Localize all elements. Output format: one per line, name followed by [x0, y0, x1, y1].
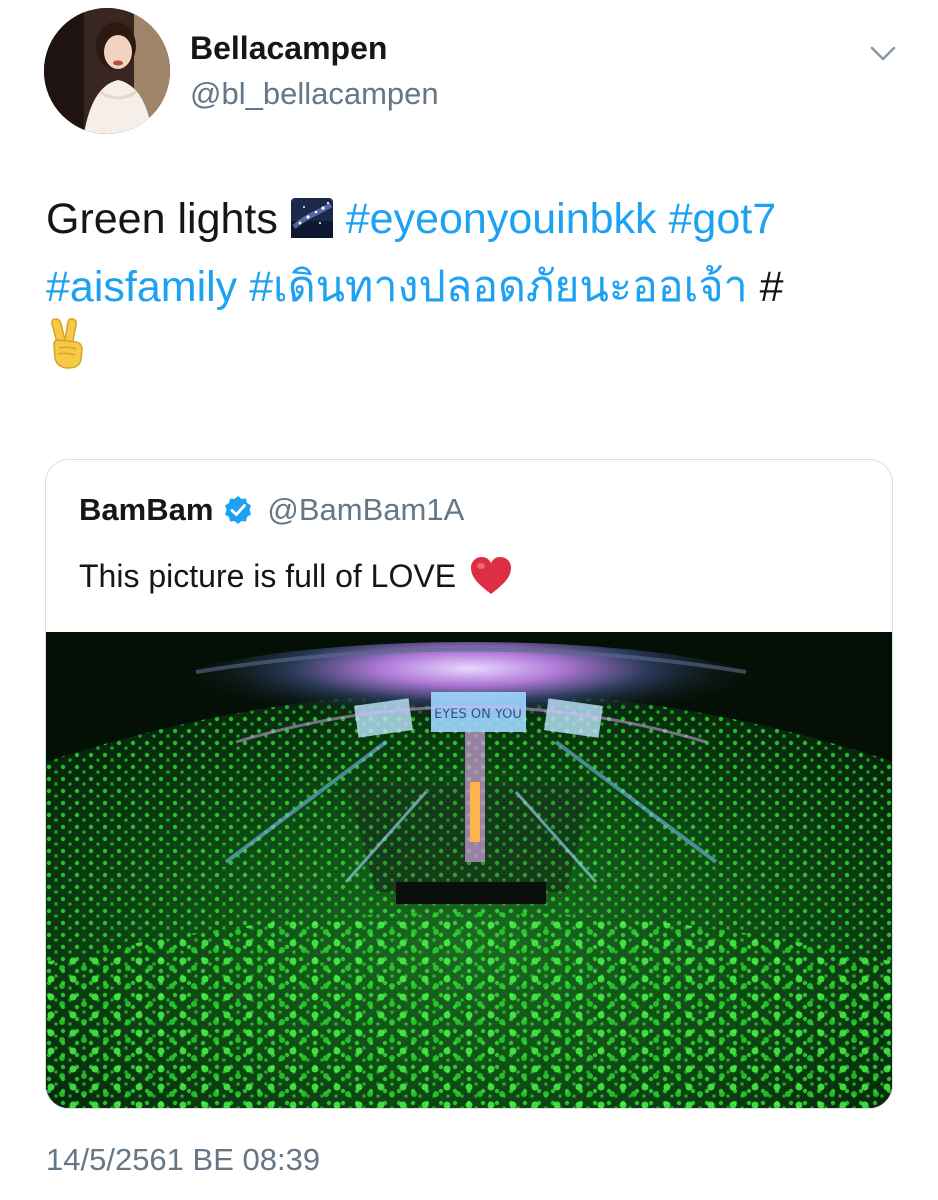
- quoted-tweet-header: BamBam @BamBam1A: [79, 490, 464, 530]
- quoted-media-photo[interactable]: EYES ON YOU: [46, 632, 892, 1108]
- hashtag-eyeonyouinbkk[interactable]: #eyeonyouinbkk: [346, 195, 657, 243]
- night-sky-stars-emoji-icon: [290, 194, 334, 256]
- quoted-author-handle: @BamBam1A: [267, 492, 465, 527]
- author-handle[interactable]: @bl_bellacampen: [190, 76, 439, 112]
- victory-hand-emoji-icon: [46, 318, 86, 387]
- quoted-author-name: BamBam: [79, 492, 214, 527]
- quoted-tweet-card[interactable]: BamBam @BamBam1A This picture is full of…: [45, 459, 893, 1109]
- quoted-tweet-text-body: This picture is full of LOVE: [79, 557, 457, 594]
- hashtag-thai[interactable]: #เดินทางปลอดภัยนะออเจ้า: [249, 263, 748, 311]
- author-display-name[interactable]: Bellacampen: [190, 30, 387, 67]
- hashtag-trailing: #: [759, 263, 784, 311]
- tweet-text-plain: Green lights: [46, 195, 278, 243]
- author-avatar[interactable]: [44, 8, 170, 134]
- tweet-text: Green lights #eyeonyouinbkk #got7 #aisfa…: [46, 188, 896, 387]
- concert-arena-image: EYES ON YOU: [46, 632, 892, 1108]
- chevron-down-icon[interactable]: [868, 38, 898, 68]
- avatar-image: [44, 8, 170, 134]
- tweet-header: Bellacampen @bl_bellacampen: [44, 8, 904, 138]
- hashtag-aisfamily[interactable]: #aisfamily: [46, 263, 237, 311]
- tweet-timestamp[interactable]: 14/5/2561 BE 08:39: [46, 1142, 320, 1178]
- red-heart-emoji-icon: [471, 557, 512, 594]
- verified-badge-icon: [225, 496, 252, 524]
- hashtag-got7[interactable]: #got7: [669, 195, 777, 243]
- quoted-tweet-text: This picture is full of LOVE: [79, 556, 512, 596]
